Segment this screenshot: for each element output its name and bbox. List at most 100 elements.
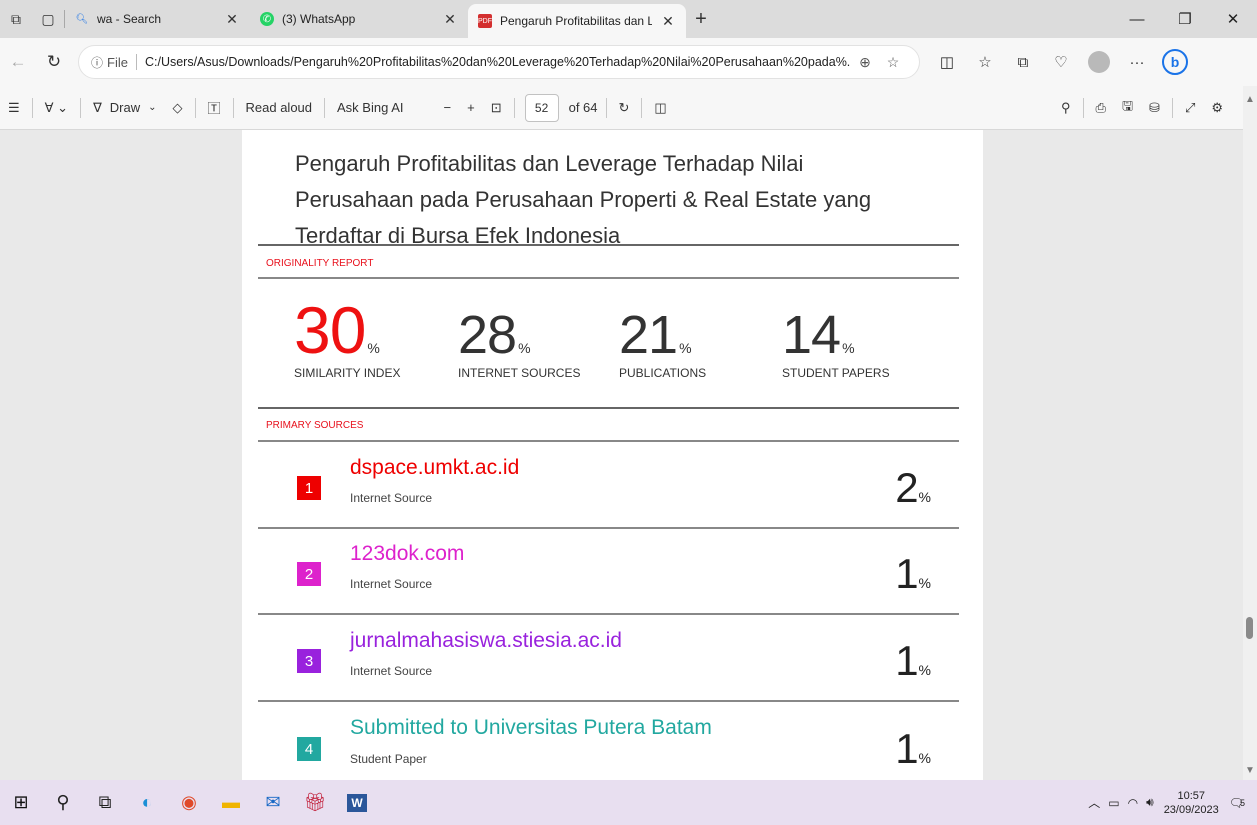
source-name: jurnalmahasiswa.stiesia.ac.id	[350, 629, 622, 652]
title-rule	[258, 244, 959, 246]
file-explorer-icon[interactable]: ▬	[210, 780, 252, 825]
highlight-icon[interactable]: ∀ ⌄	[37, 86, 76, 130]
zoom-in-icon[interactable]: +	[459, 86, 483, 130]
search-icon[interactable]: ⚲	[42, 780, 84, 825]
health-icon[interactable]: ♡	[1042, 44, 1080, 80]
word-icon[interactable]: W	[336, 780, 378, 825]
source-percent: 1%	[895, 725, 931, 773]
tab-title: (3) WhatsApp	[282, 12, 356, 26]
scroll-down-icon[interactable]: ▼	[1245, 765, 1255, 776]
save-as-icon[interactable]: ⛁	[1141, 86, 1168, 130]
new-tab-button[interactable]: +	[686, 8, 716, 31]
save-icon[interactable]: 🖫	[1114, 86, 1141, 130]
zoom-icon[interactable]: ⊕	[851, 54, 879, 71]
tab-actions-icon[interactable]: ▢	[32, 0, 64, 38]
read-aloud-button[interactable]: Read aloud	[238, 86, 321, 130]
task-view-icon[interactable]: ⧉	[84, 780, 126, 825]
eraser-icon[interactable]: ◇	[165, 86, 191, 130]
mail-icon[interactable]: ✉	[252, 780, 294, 825]
originality-label: ORIGINALITY REPORT	[266, 258, 374, 269]
url-text: C:/Users/Asus/Downloads/Pengaruh%20Profi…	[144, 55, 851, 69]
wifi-icon[interactable]: ◠	[1128, 796, 1138, 810]
close-tab-icon[interactable]: ✕	[442, 11, 458, 28]
percent-unit: %	[918, 575, 931, 591]
source-type: Internet Source	[350, 664, 433, 678]
stat-label: INTERNET SOURCES	[458, 366, 581, 380]
source-name: 123dok.com	[350, 542, 465, 565]
refresh-icon[interactable]: ↻	[36, 44, 72, 80]
scroll-thumb[interactable]	[1246, 617, 1253, 639]
settings-gear-icon[interactable]: ⚙	[1203, 86, 1231, 130]
split-screen-icon[interactable]: ◫	[928, 44, 966, 80]
minimize-icon[interactable]: —	[1113, 0, 1161, 38]
workspaces-icon[interactable]: ⧉	[0, 0, 32, 38]
start-windows-icon[interactable]: ⊞	[0, 780, 42, 825]
close-tab-icon[interactable]: ✕	[224, 11, 240, 28]
ask-bing-button[interactable]: Ask Bing AI	[329, 86, 411, 130]
separator	[232, 97, 234, 118]
source-name: Submitted to Universitas Putera Batam	[350, 716, 712, 739]
gift-icon[interactable]: 🎁︎	[294, 780, 336, 825]
fullscreen-icon[interactable]: ⤢	[1177, 86, 1203, 130]
battery-icon[interactable]: ▭	[1108, 796, 1119, 810]
percent-value: 2	[895, 464, 919, 511]
clock-time: 10:57	[1177, 789, 1205, 802]
chevron-up-icon[interactable]: ︿	[1088, 794, 1100, 811]
favorites-icon[interactable]: ☆	[966, 44, 1004, 80]
rotate-icon[interactable]: ↻	[611, 86, 638, 130]
stat-unit: %	[367, 340, 380, 356]
fit-width-icon[interactable]: ⊡	[483, 86, 510, 130]
tab-whatsapp[interactable]: ✆ (3) WhatsApp ✕	[250, 0, 468, 38]
find-icon[interactable]: ⚲	[1053, 86, 1079, 130]
url-field[interactable]: ⓘ File C:/Users/Asus/Downloads/Pengaruh%…	[78, 45, 920, 79]
chrome-icon[interactable]: ◉	[168, 780, 210, 825]
zoom-out-icon[interactable]: −	[436, 86, 460, 130]
print-icon[interactable]: ⎙	[1088, 86, 1114, 130]
source-row: 4 Submitted to Universitas Putera Batam …	[242, 702, 983, 780]
scroll-up-icon[interactable]: ▲	[1245, 94, 1255, 105]
close-window-icon[interactable]: ✕	[1209, 0, 1257, 38]
chevron-down-icon: ⌄	[148, 102, 157, 113]
more-icon[interactable]: ···	[1118, 44, 1156, 80]
document-title: Pengaruh Profitabilitas dan Leverage Ter…	[295, 151, 872, 248]
back-icon[interactable]: ←	[0, 44, 36, 80]
source-type: Internet Source	[350, 577, 433, 591]
primary-sources-label: PRIMARY SOURCES	[266, 420, 364, 431]
separator	[1171, 98, 1173, 118]
edge-icon[interactable]: ◐	[126, 780, 168, 825]
separator	[605, 97, 607, 118]
restore-icon[interactable]: ❐	[1161, 0, 1209, 38]
tab-search[interactable]: 🔍︎ wa - Search ✕	[65, 0, 250, 38]
bing-icon[interactable]: b	[1156, 44, 1194, 80]
draw-label: Draw	[109, 100, 141, 115]
profile-avatar[interactable]	[1080, 44, 1118, 80]
vertical-scrollbar[interactable]: ▲ ▼	[1243, 86, 1257, 780]
stat-unit: %	[518, 340, 531, 356]
source-rank-badge: 3	[297, 649, 321, 673]
draw-icon: ∇	[93, 99, 102, 115]
collections-icon[interactable]: ⧉	[1004, 44, 1042, 80]
stat-internet: 28% INTERNET SOURCES	[458, 308, 580, 380]
separator	[1082, 98, 1084, 118]
stat-label: SIMILARITY INDEX	[294, 366, 401, 380]
stat-similarity: 30% SIMILARITY INDEX	[294, 297, 400, 380]
page-number-input[interactable]: 52	[524, 93, 559, 122]
draw-button[interactable]: ∇ Draw ⌄	[85, 86, 164, 130]
percent-unit: %	[918, 750, 931, 766]
url-divider	[135, 54, 137, 70]
percent-value: 1	[895, 725, 919, 772]
clock[interactable]: 10:57 23/09/2023	[1164, 789, 1219, 817]
browser-toolbar: ◫ ☆ ⧉ ♡ ··· b	[928, 44, 1194, 80]
volume-icon[interactable]: 🔊︎	[1146, 795, 1154, 810]
tab-title: Pengaruh Profitabilitas dan Lever	[500, 14, 652, 28]
clock-date: 23/09/2023	[1163, 803, 1219, 816]
divider	[258, 407, 959, 409]
page-view-icon[interactable]: ◫	[646, 86, 674, 130]
contents-icon[interactable]: ☰	[0, 86, 28, 130]
text-icon[interactable]: 🅃	[200, 86, 229, 130]
source-rank-badge: 2	[297, 562, 321, 586]
favorite-star-icon[interactable]: ☆	[879, 54, 907, 71]
info-icon[interactable]: ⓘ	[91, 54, 103, 71]
close-tab-icon[interactable]: ✕	[660, 13, 676, 30]
tab-pdf[interactable]: PDF Pengaruh Profitabilitas dan Lever ✕	[468, 4, 686, 38]
